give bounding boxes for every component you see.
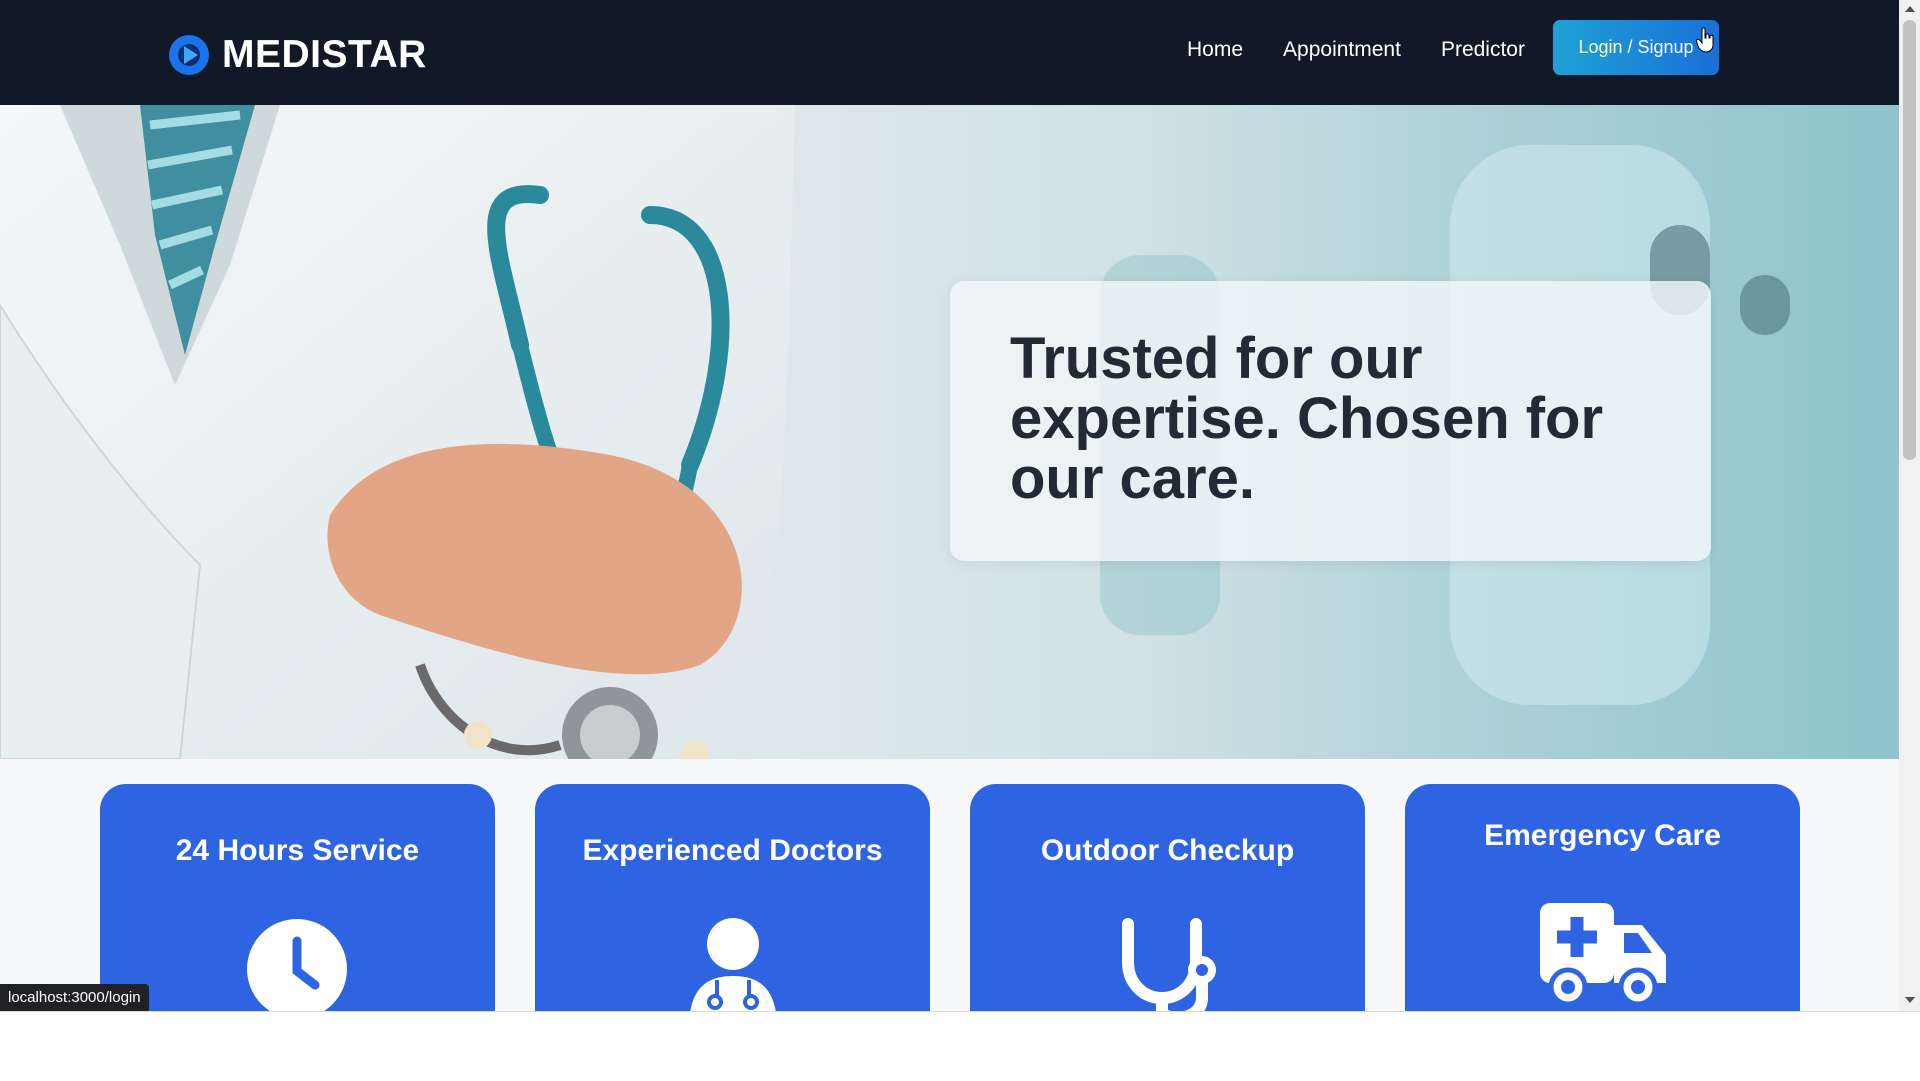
scroll-up-arrow-icon[interactable] — [1905, 6, 1915, 12]
brand[interactable]: MEDISTAR — [168, 33, 427, 77]
service-card-emergency-care[interactable]: Emergency Care — [1405, 784, 1800, 1011]
service-card-experienced-doctors[interactable]: Experienced Doctors — [535, 784, 930, 1011]
service-title: Outdoor Checkup — [1040, 834, 1295, 867]
hand-cursor-icon — [1696, 27, 1714, 53]
nav-predictor-link[interactable]: Predictor — [1441, 38, 1525, 62]
nav-home-link[interactable]: Home — [1187, 38, 1243, 62]
status-bar-url: localhost:3000/login — [0, 984, 149, 1011]
services-section: 24 Hours Service Experienced Doctors Out… — [0, 759, 1899, 1011]
clock-icon — [247, 919, 347, 1011]
nav-links: Home Appointment Predictor — [1187, 38, 1565, 62]
stethoscope-icon — [1122, 918, 1216, 1011]
browser-viewport: MEDISTAR Home Appointment Predictor Logi… — [0, 0, 1899, 1011]
browser-blank-area — [0, 1011, 1920, 1081]
service-title: Emergency Care — [1484, 819, 1721, 852]
service-title: Experienced Doctors — [582, 834, 883, 867]
medistar-logo-icon — [169, 35, 209, 75]
doctor-icon — [690, 918, 776, 1011]
hero-background-blur — [1740, 275, 1790, 335]
doctor-hero-image — [0, 105, 795, 759]
brand-name: MEDISTAR — [222, 33, 427, 76]
service-title: 24 Hours Service — [175, 834, 420, 867]
service-card-24-hours[interactable]: 24 Hours Service — [100, 784, 495, 1011]
service-card-outdoor-checkup[interactable]: Outdoor Checkup — [970, 784, 1365, 1011]
nav-appointment-link[interactable]: Appointment — [1283, 38, 1401, 62]
page-scrollbar[interactable] — [1899, 0, 1920, 1011]
top-navbar: MEDISTAR Home Appointment Predictor Logi… — [0, 0, 1899, 105]
ambulance-icon — [1540, 903, 1666, 1005]
hero-text-card: Trusted for our expertise. Chosen for ou… — [950, 281, 1711, 561]
hero-heading: Trusted for our expertise. Chosen for ou… — [1010, 326, 1604, 511]
scrollbar-thumb[interactable] — [1903, 20, 1916, 460]
scroll-down-arrow-icon[interactable] — [1905, 997, 1915, 1003]
hero-banner: Trusted for our expertise. Chosen for ou… — [0, 105, 1899, 759]
login-signup-button[interactable]: Login / Signup — [1553, 20, 1719, 75]
